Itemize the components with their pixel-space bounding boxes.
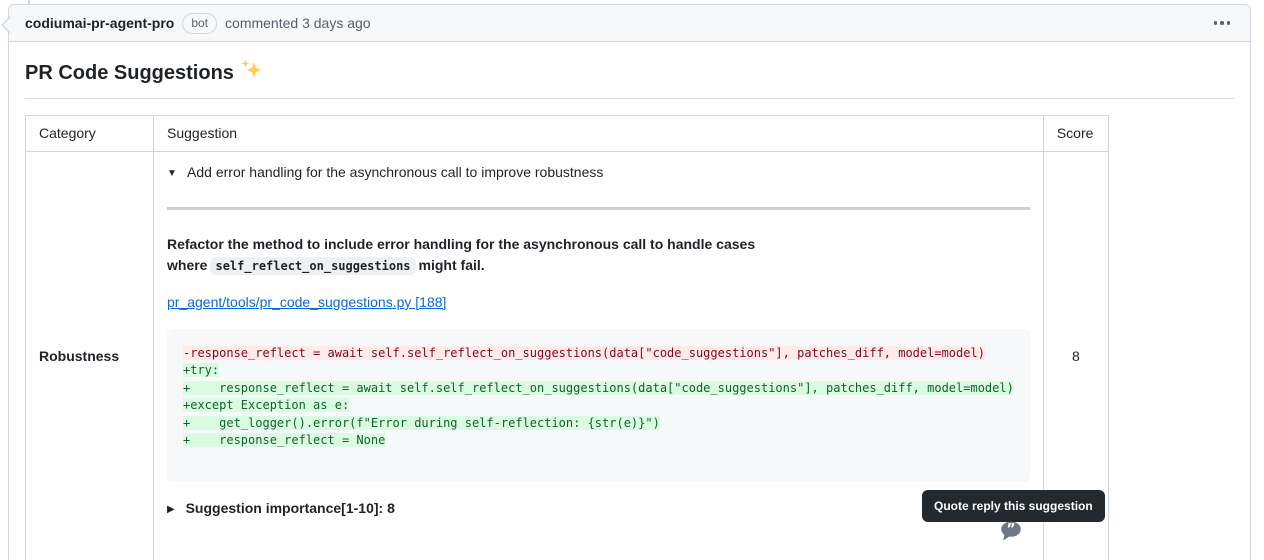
comment-timestamp[interactable]: 3 days ago <box>302 15 371 31</box>
inline-code: self_reflect_on_suggestions <box>210 257 415 275</box>
comment-meta: commented 3 days ago <box>225 15 371 31</box>
suggestion-description: Refactor the method to include error han… <box>167 234 1030 276</box>
quote-reply-icon[interactable]: ” <box>1000 521 1022 547</box>
page-title: PR Code Suggestions <box>25 58 1234 99</box>
column-header-suggestion: Suggestion <box>154 116 1044 152</box>
comment-body: PR Code Suggestions Category Suggestion … <box>9 42 1250 560</box>
triangle-down-icon: ▼ <box>167 166 177 181</box>
comment-author[interactable]: codiumai-pr-agent-pro <box>25 15 174 31</box>
category-cell: Robustness <box>26 152 154 560</box>
divider <box>167 207 1030 210</box>
importance-toggle[interactable]: ▶ Suggestion importance[1-10]: 8 <box>167 498 1030 519</box>
sparkles-icon <box>241 58 261 88</box>
description-line1: Refactor the method to include error han… <box>167 234 1030 255</box>
quote-reply-tooltip: Quote reply this suggestion <box>922 490 1105 522</box>
file-link[interactable]: pr_agent/tools/pr_code_suggestions.py [1… <box>167 292 446 313</box>
description-line2: whereself_reflect_on_suggestionsmight fa… <box>167 255 1030 276</box>
column-header-category: Category <box>26 116 154 152</box>
kebab-menu-icon[interactable] <box>1210 17 1235 29</box>
title-text: PR Code Suggestions <box>25 58 234 88</box>
comment-caret <box>1 16 9 34</box>
table-header-row: Category Suggestion Score <box>26 116 1109 152</box>
comment-header: codiumai-pr-agent-pro bot commented 3 da… <box>9 5 1250 42</box>
suggestion-cell: ▼ Add error handling for the asynchronou… <box>154 152 1044 560</box>
suggestion-summary-toggle[interactable]: ▼ Add error handling for the asynchronou… <box>167 162 1030 183</box>
suggestion-summary-text: Add error handling for the asynchronous … <box>187 164 603 180</box>
comment-action: commented <box>225 15 298 31</box>
diff-code-block: -response_reflect = await self.self_refl… <box>167 329 1030 482</box>
column-header-score: Score <box>1043 116 1108 152</box>
svg-text:”: ” <box>1006 522 1015 538</box>
bot-badge: bot <box>182 13 217 34</box>
triangle-right-icon: ▶ <box>167 502 175 517</box>
pr-comment-page: codiumai-pr-agent-pro bot commented 3 da… <box>0 0 1264 560</box>
comment-card: codiumai-pr-agent-pro bot commented 3 da… <box>8 4 1251 560</box>
importance-text: Suggestion importance[1-10]: 8 <box>186 500 395 516</box>
